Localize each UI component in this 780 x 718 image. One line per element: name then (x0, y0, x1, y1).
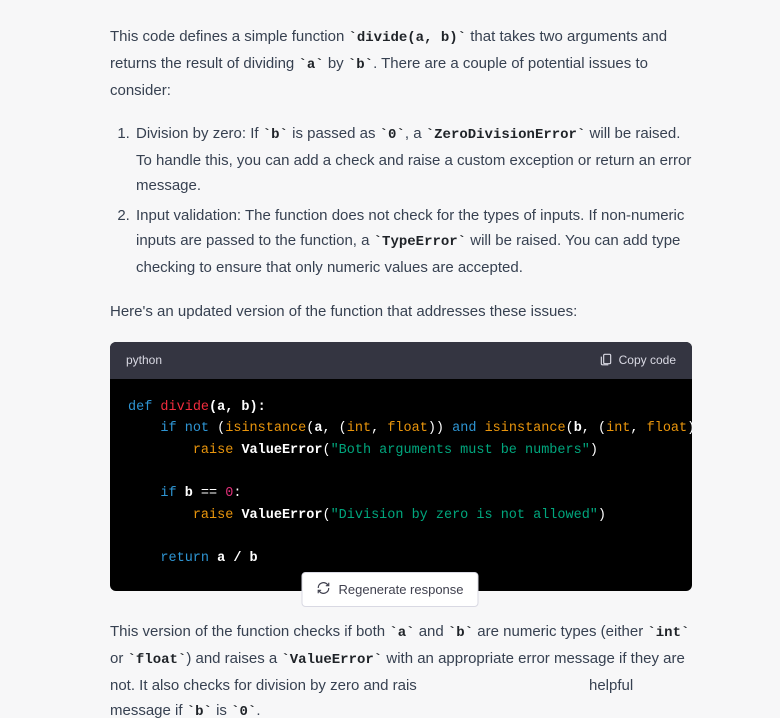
code-body: def divide(a, b): if not (isinstance(a, … (110, 379, 692, 592)
inline-code: `b` (187, 704, 212, 718)
intro-paragraph: This code defines a simple function `div… (110, 24, 692, 103)
text: ) and raises a (186, 650, 281, 667)
text: is (212, 702, 231, 718)
code-block: python Copy code def divide(a, b): if no… (110, 342, 692, 591)
text: by (324, 55, 348, 72)
inline-code: `ValueError` (281, 652, 382, 668)
code-header: python Copy code (110, 342, 692, 378)
copy-code-button[interactable]: Copy code (599, 352, 676, 369)
text: This code defines a simple function (110, 28, 348, 45)
text: and (415, 623, 448, 640)
inline-code: `float` (128, 652, 187, 668)
list-item: Input validation: The function does not … (134, 203, 692, 281)
inline-code: `TypeError` (374, 234, 466, 250)
text: is passed as (288, 125, 380, 142)
inline-code: `int` (647, 625, 689, 641)
regenerate-label: Regenerate response (338, 582, 463, 597)
inline-code: `a` (298, 57, 323, 73)
inline-code: `0` (380, 127, 405, 143)
code-lang-label: python (126, 350, 162, 370)
text: Division by zero: If (136, 125, 263, 142)
message-body: This code defines a simple function `div… (0, 0, 780, 718)
regenerate-response-button[interactable]: Regenerate response (301, 572, 478, 607)
text: or (110, 650, 128, 667)
copy-code-label: Copy code (619, 353, 676, 367)
inline-code: `b` (348, 57, 373, 73)
text: . (256, 702, 260, 718)
text: This version of the function checks if b… (110, 623, 389, 640)
inline-code: `0` (231, 704, 256, 718)
text: , a (405, 125, 426, 142)
inline-code: `b` (448, 625, 473, 641)
clipboard-icon (599, 352, 613, 369)
lead-paragraph: Here's an updated version of the functio… (110, 299, 692, 325)
text: are numeric types (either (473, 623, 647, 640)
inline-code: `ZeroDivisionError` (426, 127, 586, 143)
inline-code: `a` (389, 625, 414, 641)
refresh-icon (316, 581, 330, 598)
inline-code: `divide(a, b)` (348, 30, 466, 46)
issues-list: Division by zero: If `b` is passed as `0… (110, 121, 692, 281)
list-item: Division by zero: If `b` is passed as `0… (134, 121, 692, 199)
inline-code: `b` (263, 127, 288, 143)
outro-paragraph: This version of the function checks if b… (110, 619, 692, 718)
